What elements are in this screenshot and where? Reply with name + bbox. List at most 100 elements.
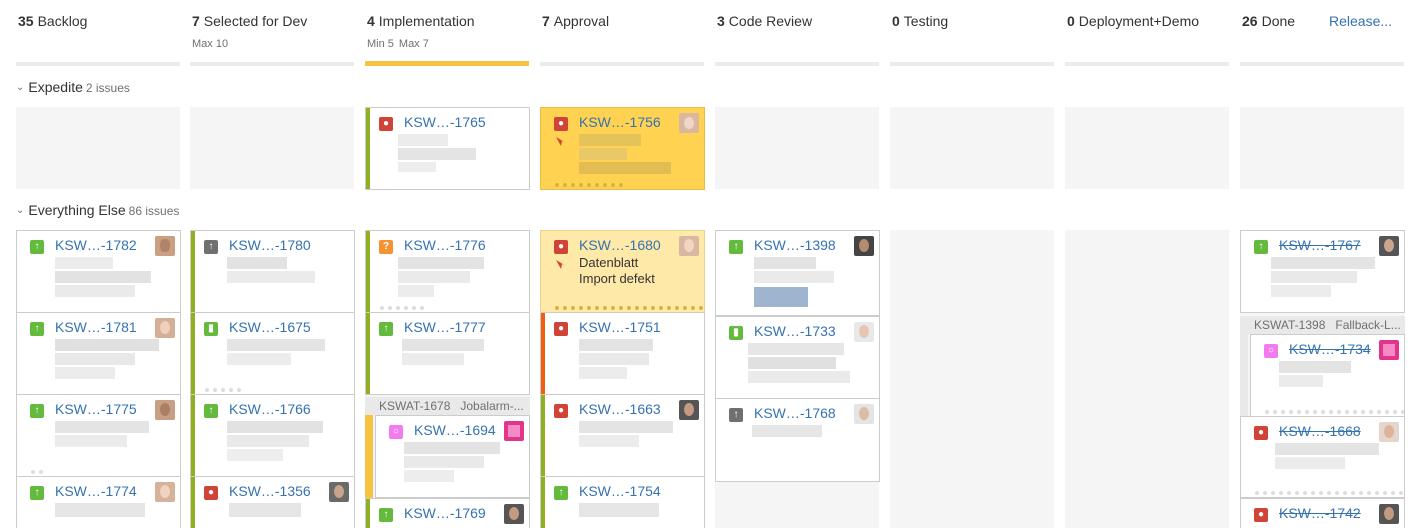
chevron-down-icon[interactable]: ⌄ [16,82,24,93]
issue-card[interactable]: ↑ KSW…-1754 [540,476,705,528]
issue-card[interactable]: ● KSW…-1356 [190,476,355,528]
story-icon: ↑ [204,404,218,418]
parent-issue-header[interactable]: KSWAT-1678 Jobalarm-... [365,397,530,415]
story-icon: ↑ [1254,240,1268,254]
issue-key-link[interactable]: KSW…-1781 [55,319,137,335]
issue-key-link[interactable]: KSW…-1663 [579,401,661,417]
issue-card[interactable]: ▮ KSW…-1675 [190,312,355,395]
avatar [854,322,874,342]
swimlane-header-expedite[interactable]: ⌄ Expedite 2 issues [16,79,130,95]
card-grabber [541,313,545,394]
avatar [679,236,699,256]
avatar [155,318,175,338]
issue-card[interactable]: ● KSW…-1663 [540,394,705,477]
avatar [854,404,874,424]
issue-key-link[interactable]: KSW…-1694 [414,422,496,438]
issue-key-link[interactable]: KSW…-1767 [1279,237,1361,253]
card-grabber [366,108,370,189]
summary-redacted [55,503,155,527]
subtask-icon: ○ [389,425,403,439]
avatar [155,482,175,502]
bug-icon: ● [554,404,568,418]
issue-card[interactable]: ● KSW…-1751 [540,312,705,395]
issue-key-link[interactable]: KSW…-1356 [229,483,311,499]
parent-issue-key[interactable]: KSWAT-1678 [379,399,450,413]
issue-card[interactable]: ↑ KSW…-1774 [16,476,181,528]
issue-card[interactable]: ↑ KSW…-1766 [190,394,355,477]
subtask-card[interactable]: ○ KSW…-1694 [375,415,530,498]
issue-key-link[interactable]: KSW…-1776 [404,237,486,253]
subtask-card[interactable]: ○ KSW…-1734 [1250,334,1405,417]
cell-expedite-code-review [715,107,879,189]
issue-key-link[interactable]: KSW…-1680 [579,237,661,253]
issue-key-link[interactable]: KSW…-1751 [579,319,661,335]
issue-key-link[interactable]: KSW…-1668 [1279,423,1361,439]
column-bar [890,62,1054,66]
issue-card[interactable]: ↑ KSW…-1782 [16,230,181,313]
column-header-testing: 0 Testing [890,0,1054,66]
column-header-selected-for-dev: 7 Selected for Dev Max 10 [190,0,354,66]
summary-redacted [402,339,492,375]
issue-key-link[interactable]: KSW…-1675 [229,319,311,335]
issue-key-link[interactable]: KSW…-1774 [55,483,137,499]
chevron-down-icon[interactable]: ⌄ [16,205,24,216]
swimlane-name: Expedite [28,79,83,95]
parent-issue-header[interactable]: KSWAT-1398 Fallback-L... [1240,316,1405,334]
issue-key-link[interactable]: KSW…-1754 [579,483,661,499]
issue-key-link[interactable]: KSW…-1734 [1289,341,1371,357]
bug-icon: ● [554,117,568,131]
issue-card[interactable]: ▮ KSW…-1733 [715,316,880,399]
swimlane-header-everything-else[interactable]: ⌄ Everything Else 86 issues [16,202,179,218]
card-dots [380,306,424,310]
issue-card[interactable]: ↑ KSW…-1775 [16,394,181,477]
issue-card[interactable]: ● KSW…-1765 [365,107,530,190]
column-header-implementation: 4 Implementation Min 5 Max 7 [365,0,529,66]
issue-card[interactable]: ? KSW…-1776 [365,230,530,313]
summary-redacted [1275,443,1385,479]
issue-key-link[interactable]: KSW…-1766 [229,401,311,417]
avatar [1379,236,1399,256]
issue-card[interactable]: ↑ KSW…-1769 [365,498,530,528]
bug-icon: ● [554,322,568,336]
story-icon: ↑ [30,240,44,254]
parent-issue-key[interactable]: KSWAT-1398 [1254,318,1325,332]
issue-card[interactable]: ● KSW…-1742 [1240,498,1405,528]
issue-key-link[interactable]: KSW…-1775 [55,401,137,417]
issue-card-flagged[interactable]: ● KSW…-1756 [540,107,705,190]
issue-card-flagged[interactable]: ● KSW…-1680 Datenblatt Import defekt [540,230,705,313]
subtask-group-indicator [365,415,373,498]
avatar [679,400,699,420]
issue-card[interactable]: ↑ KSW…-1767 [1240,230,1405,313]
issue-card[interactable]: ↑ KSW…-1781 [16,312,181,395]
story-icon: ↑ [30,322,44,336]
issue-card[interactable]: ↑ KSW…-1780 [190,230,355,313]
issue-key-link[interactable]: KSW…-1765 [404,114,486,130]
issue-card[interactable]: ↑ KSW…-1777 [365,312,530,395]
avatar [155,236,175,256]
release-link[interactable]: Release... [1329,13,1392,29]
issue-key-link[interactable]: KSW…-1782 [55,237,137,253]
subtask-icon: ○ [1264,344,1278,358]
avatar [679,113,699,133]
avatar [155,400,175,420]
story-icon: ↑ [729,240,743,254]
issue-key-link[interactable]: KSW…-1780 [229,237,311,253]
story-icon: ↑ [554,486,568,500]
card-grabber [366,499,370,528]
summary-redacted [752,425,832,441]
card-dots [1265,410,1404,414]
issue-key-link[interactable]: KSW…-1768 [754,405,836,421]
issue-card[interactable]: ● KSW…-1668 [1240,416,1405,498]
issue-card[interactable]: ↑ KSW…-1398 [715,230,880,316]
issue-key-link[interactable]: KSW…-1777 [404,319,486,335]
issue-key-link[interactable]: KSW…-1733 [754,323,836,339]
issue-key-link[interactable]: KSW…-1742 [1279,505,1361,521]
issue-key-link[interactable]: KSW…-1769 [404,505,486,521]
column-title: 0 Deployment+Demo [1067,13,1200,29]
flag-icon [556,137,566,146]
column-bar [1065,62,1229,66]
summary-redacted [579,134,699,178]
issue-key-link[interactable]: KSW…-1398 [754,237,836,253]
issue-key-link[interactable]: KSW…-1756 [579,114,661,130]
issue-card[interactable]: ↑ KSW…-1768 [715,398,880,482]
